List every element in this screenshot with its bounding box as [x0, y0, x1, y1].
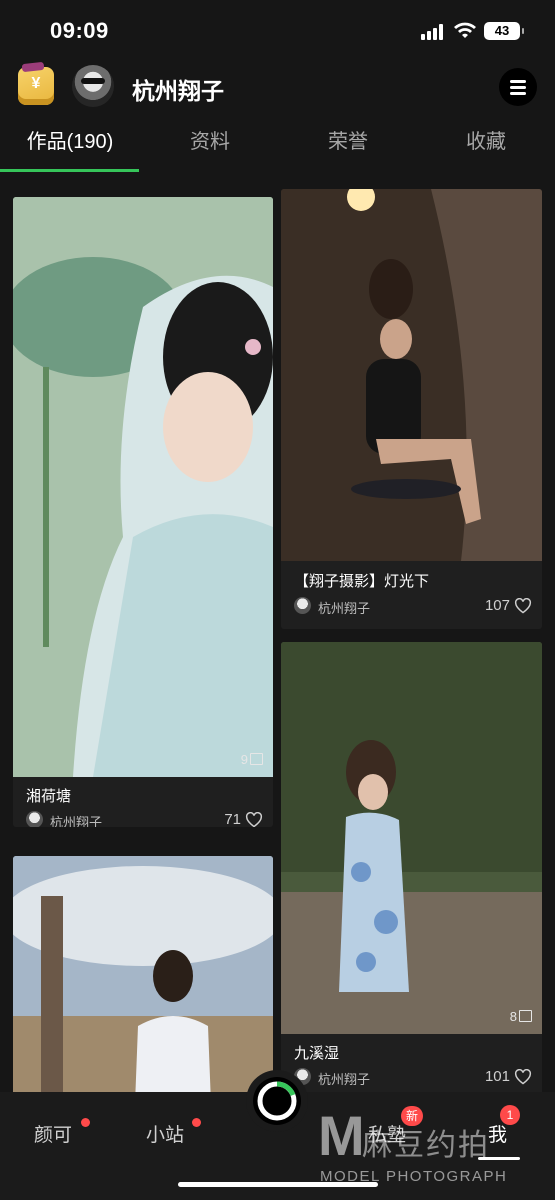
post-card[interactable]: 【翔子摄影】灯光下 杭州翔子 107 — [281, 189, 542, 629]
post-photo[interactable]: 9 — [13, 197, 273, 777]
post-photo-image — [281, 642, 542, 1034]
cellular-signal-icon — [421, 24, 445, 40]
nav-item-me[interactable]: 我 — [488, 1120, 507, 1147]
menu-button[interactable] — [499, 68, 537, 106]
count-badge: 1 — [500, 1105, 520, 1125]
works-feed[interactable]: 9 湘荷塘 杭州翔子 71 【翔子摄影】灯光下 杭州翔子 107 8 九溪湿 杭… — [0, 172, 555, 1092]
post-card[interactable]: 9 湘荷塘 杭州翔子 71 — [13, 197, 273, 827]
avatar[interactable] — [72, 65, 114, 107]
post-card[interactable]: 8 九溪湿 杭州翔子 101 — [281, 642, 542, 1092]
camera-button[interactable] — [246, 1070, 308, 1132]
like-count: 107 — [484, 597, 510, 614]
new-badge: 新 — [401, 1106, 424, 1126]
tab-honors[interactable]: 荣誉 — [308, 125, 388, 169]
tab-favorites[interactable]: 收藏 — [446, 125, 526, 169]
post-card[interactable] — [13, 856, 273, 1092]
profile-tabs: 作品(190) 资料 荣誉 收藏 — [0, 125, 555, 173]
post-photo-image — [13, 197, 273, 777]
profile-header: ¥ 杭州翔子 — [0, 62, 555, 112]
like-count: 71 — [224, 811, 241, 827]
nav-item-station[interactable]: 小站 — [146, 1120, 184, 1147]
post-photo-image — [13, 856, 273, 1092]
like-count: 101 — [484, 1068, 510, 1085]
post-photo[interactable] — [281, 189, 542, 561]
wifi-icon — [454, 22, 476, 38]
tab-profile[interactable]: 资料 — [170, 125, 250, 169]
heart-icon[interactable] — [514, 598, 532, 614]
photo-count: 8 — [510, 1009, 532, 1024]
photo-count: 9 — [241, 752, 263, 767]
author-avatar — [294, 597, 311, 614]
tab-works[interactable]: 作品(190) — [20, 125, 120, 169]
author-name: 杭州翔子 — [318, 601, 371, 616]
nav-item-yanke[interactable]: 颜可 — [34, 1120, 72, 1147]
battery-icon: 43 — [484, 22, 524, 40]
username: 杭州翔子 — [132, 78, 224, 104]
post-title: 【翔子摄影】灯光下 — [294, 573, 430, 590]
status-bar: 09:09 43 — [0, 0, 555, 60]
watermark-logo: M — [318, 1104, 365, 1167]
active-nav-indicator — [478, 1157, 520, 1160]
notification-dot — [192, 1118, 201, 1127]
camera-ring-icon — [253, 1077, 301, 1125]
post-title: 九溪湿 — [294, 1045, 340, 1062]
bottom-nav: 颜可 小站 私塾 新 我 1 M 麻豆约拍 MODEL PHOTOGRAPH — [0, 1070, 555, 1200]
author-avatar — [26, 811, 43, 827]
post-photo-image — [281, 189, 542, 561]
post-meta: 杭州翔子 107 — [294, 595, 532, 617]
heart-icon[interactable] — [514, 1069, 532, 1085]
status-time: 09:09 — [50, 18, 109, 43]
heart-icon[interactable] — [245, 812, 263, 827]
post-meta: 杭州翔子 71 — [26, 809, 263, 827]
author-name: 杭州翔子 — [318, 1072, 371, 1087]
wallet-icon[interactable]: ¥ — [18, 67, 54, 105]
post-photo[interactable]: 8 — [281, 642, 542, 1034]
author-name: 杭州翔子 — [50, 815, 103, 827]
post-photo[interactable] — [13, 856, 273, 1092]
post-meta: 杭州翔子 101 — [294, 1066, 532, 1088]
notification-dot — [81, 1118, 90, 1127]
post-title: 湘荷塘 — [26, 788, 72, 805]
nav-item-academy[interactable]: 私塾 — [368, 1120, 406, 1147]
home-indicator — [178, 1182, 378, 1187]
